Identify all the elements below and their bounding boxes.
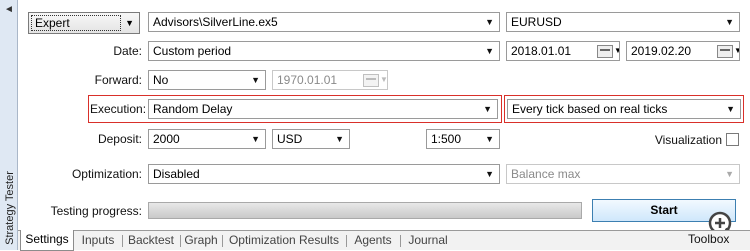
dropdown-caret-icon: ▼ <box>125 18 134 28</box>
leverage-select[interactable]: 1:500 ▼ <box>426 129 500 149</box>
execution-delay-select[interactable]: Random Delay ▼ <box>148 99 498 119</box>
optimization-criterion-select: Balance max ▼ <box>506 164 740 184</box>
optimization-value: Disabled <box>153 167 200 181</box>
dropdown-caret-icon: ▼ <box>251 134 260 144</box>
calendar-icon[interactable] <box>597 45 613 58</box>
forward-value: No <box>153 73 169 87</box>
forward-select[interactable]: No ▼ <box>148 70 266 90</box>
tab-optimization-results[interactable]: Optimization Results <box>222 231 346 250</box>
dropdown-caret-icon: ▼ <box>251 75 260 85</box>
dropdown-caret-icon: ▼ <box>485 134 494 144</box>
execution-label: Execution: <box>90 102 147 116</box>
collapse-arrow-icon[interactable]: ◄ <box>4 4 14 15</box>
dropdown-caret-icon: ▼ <box>725 17 734 27</box>
date-label: Date: <box>113 44 142 58</box>
dropdown-caret-icon: ▼ <box>726 104 735 114</box>
tab-graph[interactable]: Graph <box>180 231 222 250</box>
optimization-select[interactable]: Disabled ▼ <box>148 164 500 184</box>
date-from-value: 2018.01.01 <box>511 44 572 58</box>
deposit-label: Deposit: <box>97 132 142 146</box>
date-to-value: 2019.02.20 <box>631 44 692 58</box>
modelling-select[interactable]: Every tick based on real ticks ▼ <box>507 99 741 119</box>
expert-value: Advisors\SilverLine.ex5 <box>153 15 278 29</box>
execution-delay-value: Random Delay <box>153 102 233 116</box>
leverage-value: 1:500 <box>431 132 462 146</box>
dropdown-caret-icon: ▼ <box>725 169 734 179</box>
visualization-checkbox[interactable] <box>726 133 739 146</box>
panel-side-strip: ◄ Strategy Tester <box>0 0 18 250</box>
dropdown-caret-icon: ▼ <box>380 75 388 84</box>
dropdown-caret-icon: ▼ <box>485 46 494 56</box>
tabs-row: Settings Inputs Backtest Graph Optimization … <box>20 230 600 251</box>
toolbox-label[interactable]: Toolbox <box>688 232 729 246</box>
tab-agents[interactable]: Agents <box>346 231 400 250</box>
currency-select[interactable]: USD ▼ <box>272 129 350 149</box>
date-mode-select[interactable]: Custom period ▼ <box>148 41 500 61</box>
symbol-value: EURUSD <box>511 15 562 29</box>
tab-settings[interactable]: Settings <box>20 230 74 251</box>
panel-title: Strategy Tester <box>4 171 16 245</box>
dropdown-caret-icon: ▼ <box>485 169 494 179</box>
forward-label: Forward: <box>94 73 142 87</box>
program-type-value: Expert <box>35 16 70 30</box>
deposit-value: 2000 <box>153 132 180 146</box>
date-to-picker[interactable]: 2019.02.20 ▼ <box>626 41 740 61</box>
optimization-criterion-value: Balance max <box>511 167 581 181</box>
testing-progress-label: Testing progress: <box>50 204 142 218</box>
forward-date-value: 1970.01.01 <box>277 73 338 87</box>
tab-journal[interactable]: Journal <box>400 231 456 250</box>
expert-select[interactable]: Advisors\SilverLine.ex5 ▼ <box>148 12 500 32</box>
dropdown-caret-icon: ▼ <box>734 42 739 60</box>
calendar-icon <box>363 74 379 87</box>
dropdown-caret-icon: ▼ <box>614 42 619 60</box>
symbol-select[interactable]: EURUSD ▼ <box>506 12 740 32</box>
currency-value: USD <box>277 132 303 146</box>
testing-progress-bar <box>148 202 582 219</box>
calendar-icon[interactable] <box>717 45 733 58</box>
date-from-picker[interactable]: 2018.01.01 ▼ <box>506 41 620 61</box>
tab-backtest[interactable]: Backtest <box>122 231 180 250</box>
optimization-label: Optimization: <box>71 167 142 181</box>
modelling-value: Every tick based on real ticks <box>512 102 668 116</box>
tab-inputs[interactable]: Inputs <box>74 231 122 250</box>
forward-date-picker: 1970.01.01 ▼ <box>272 70 388 90</box>
deposit-input[interactable]: 2000 ▼ <box>148 129 266 149</box>
visualization-label: Visualization <box>654 133 722 147</box>
dropdown-caret-icon: ▼ <box>483 104 492 114</box>
date-mode-value: Custom period <box>153 44 232 58</box>
dropdown-caret-icon: ▼ <box>335 134 344 144</box>
dropdown-caret-icon: ▼ <box>485 17 494 27</box>
program-type-select[interactable]: Expert ▼ <box>28 12 140 34</box>
